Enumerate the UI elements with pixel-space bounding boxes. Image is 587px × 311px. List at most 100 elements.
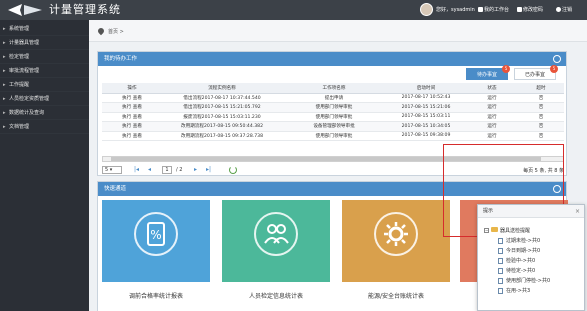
reminder-popup: 提示 × − 器具送检提醒 过期未检->共0 今日到期->共0 检验中->共0 待… — [477, 204, 585, 311]
breadcrumb: 首页 > — [89, 20, 587, 42]
sidebar-item-system[interactable]: ▸ 系统管理 — [0, 22, 89, 36]
page-size-select[interactable]: 5 ▾ — [102, 166, 122, 174]
workbench-icon — [478, 7, 483, 12]
power-icon — [556, 7, 561, 12]
timeout-cell: 否 — [518, 93, 564, 103]
close-icon[interactable]: × — [575, 205, 580, 218]
start-time-cell: 2017-08-15 10:34:05 — [386, 121, 466, 132]
process-name-cell: 借出流程2017-08-17 10:37:44.540 — [162, 93, 282, 103]
reminder-tree: − 器具送检提醒 过期未检->共0 今日到期->共0 检验中->共0 待检定->共… — [484, 226, 584, 296]
sidebar-item-verification[interactable]: ▸ 检定管理 — [0, 50, 89, 64]
column-header[interactable]: 状态 — [466, 83, 518, 94]
table-row: 执行 查看 借出流程2017-08-15 15:21:05.792 使用部门领导… — [102, 102, 564, 113]
timeout-cell: 否 — [518, 131, 564, 141]
status-cell: 运行 — [466, 112, 518, 122]
pending-count-badge: 5 — [502, 65, 510, 73]
logout-link[interactable]: 注销 — [556, 6, 572, 13]
column-header[interactable]: 超时 — [518, 83, 564, 94]
tree-node[interactable]: 检验中->共0 — [484, 256, 584, 266]
sidebar-item-reminders[interactable]: ▸ 工作提醒 — [0, 78, 89, 92]
location-pin-icon — [96, 26, 106, 36]
quick-panel-title: 快速通道 — [104, 186, 127, 192]
breadcrumb-separator: > — [119, 29, 124, 35]
document-icon — [498, 278, 503, 284]
tile-label: 人员检定信息统计表 — [222, 282, 330, 311]
first-page-icon[interactable]: |◂ — [134, 166, 139, 174]
process-name-cell: 报废流程2017-08-15 15:03:11.230 — [162, 112, 282, 122]
tile-energy-safety-ledger[interactable]: 能源/安全台账统计表 — [342, 200, 450, 311]
work-item-cell: 使用部门领导审批 — [282, 131, 386, 141]
tile-personnel-report[interactable]: 人员检定信息统计表 — [222, 200, 330, 311]
user-greeting: 您好，sysadmin — [436, 7, 475, 13]
column-header[interactable]: 工作项名称 — [282, 83, 386, 94]
collapse-icon[interactable]: − — [484, 228, 489, 233]
folder-icon — [491, 227, 498, 232]
work-item-cell: 使用部门领导审批 — [282, 112, 386, 122]
workbench-link[interactable]: 我的工作台 — [478, 6, 509, 13]
execute-view-link[interactable]: 执行 查看 — [122, 96, 142, 101]
percent-doc-icon: % — [147, 222, 165, 246]
tools-gear-icon — [384, 222, 408, 246]
document-icon — [498, 248, 503, 254]
work-item-cell: 设备管理部领导审批 — [282, 121, 386, 132]
tree-root-node[interactable]: − 器具送检提醒 — [484, 226, 584, 236]
popup-title: 提示 — [483, 208, 494, 214]
work-item-cell: 提出申请 — [282, 93, 386, 103]
status-cell: 运行 — [466, 102, 518, 113]
tab-pending[interactable]: 待办事宜 5 — [466, 65, 510, 80]
sidebar-item-documents[interactable]: ▸ 文档管理 — [0, 120, 89, 134]
timeout-cell: 否 — [518, 121, 564, 132]
execute-view-link[interactable]: 执行 查看 — [122, 115, 142, 120]
timeout-cell: 否 — [518, 112, 564, 122]
table-row: 执行 查看 改用期流程2017-08-15 09:50:44.382 设备管理部… — [102, 121, 564, 132]
column-header[interactable]: 启动时间 — [386, 83, 466, 94]
todo-table: 操作 流程实例名称 工作项名称 启动时间 状态 超时 执行 查看 借出流程201… — [102, 83, 564, 141]
document-icon — [498, 288, 503, 294]
start-time-cell: 2017-08-15 15:21:06 — [386, 102, 466, 113]
tile-label: 能源/安全台账统计表 — [342, 282, 450, 311]
next-page-icon[interactable]: ▸ — [194, 166, 197, 174]
tab-done[interactable]: 已办事宜 5 — [514, 65, 558, 80]
execute-view-link[interactable]: 执行 查看 — [122, 124, 142, 129]
status-cell: 运行 — [466, 121, 518, 132]
execute-view-link[interactable]: 执行 查看 — [122, 134, 142, 139]
last-page-icon[interactable]: ▸| — [206, 166, 211, 174]
tree-node[interactable]: 过期未检->共0 — [484, 236, 584, 246]
svg-text:%: % — [150, 228, 161, 242]
sidebar-item-approval[interactable]: ▸ 审批流程管理 — [0, 64, 89, 78]
sidebar: ▸ 系统管理 ▸ 计量器具管理 ▸ 检定管理 ▸ 审批流程管理 ▸ 工作提醒 ▸ 人员检定资… — [0, 20, 89, 311]
table-row: 执行 查看 改用期流程2017-08-15 09:37:28.738 使用部门领… — [102, 131, 564, 141]
execute-view-link[interactable]: 执行 查看 — [122, 105, 142, 110]
prev-page-icon[interactable]: ◂ — [148, 166, 151, 174]
sidebar-item-personnel[interactable]: ▸ 人员检定资质管理 — [0, 92, 89, 106]
timeout-cell: 否 — [518, 102, 564, 113]
table-header-row: 操作 流程实例名称 工作项名称 启动时间 状态 超时 — [102, 83, 564, 94]
document-icon — [498, 258, 503, 264]
breadcrumb-home[interactable]: 首页 — [108, 29, 118, 35]
lock-icon — [517, 7, 522, 12]
refresh-icon[interactable] — [229, 166, 237, 174]
document-icon — [498, 238, 503, 244]
change-password-link[interactable]: 修改密码 — [517, 6, 543, 13]
status-cell: 运行 — [466, 131, 518, 141]
tree-node[interactable]: 今日到期->共0 — [484, 246, 584, 256]
start-time-cell: 2017-08-15 09:38:09 — [386, 131, 466, 141]
user-avatar[interactable] — [420, 3, 433, 16]
page-number-input[interactable]: 1 — [162, 166, 172, 174]
table-row: 执行 查看 报废流程2017-08-15 15:03:11.230 使用部门领导… — [102, 112, 564, 122]
column-header[interactable]: 操作 — [102, 83, 162, 94]
tree-node[interactable]: 待检定->共0 — [484, 266, 584, 276]
tile-label: 调前合格率统计报表 — [102, 282, 210, 311]
sidebar-item-instruments[interactable]: ▸ 计量器具管理 — [0, 36, 89, 50]
todo-tabs: 待办事宜 5 已办事宜 5 — [466, 65, 560, 80]
start-time-cell: 2017-08-15 15:03:11 — [386, 112, 466, 122]
todo-panel-title: 我的待办工作 — [104, 56, 138, 62]
tree-node[interactable]: 使用部门停检->共0 — [484, 276, 584, 286]
column-header[interactable]: 流程实例名称 — [162, 83, 282, 94]
work-item-cell: 使用部门领导审批 — [282, 102, 386, 113]
tree-node[interactable]: 在用->共3 — [484, 286, 584, 296]
process-name-cell: 改用期流程2017-08-15 09:37:28.738 — [162, 131, 282, 141]
tile-pass-rate-report[interactable]: % 调前合格率统计报表 — [102, 200, 210, 311]
gear-icon[interactable] — [553, 55, 561, 63]
sidebar-item-statistics[interactable]: ▸ 数据统计及查询 — [0, 106, 89, 120]
